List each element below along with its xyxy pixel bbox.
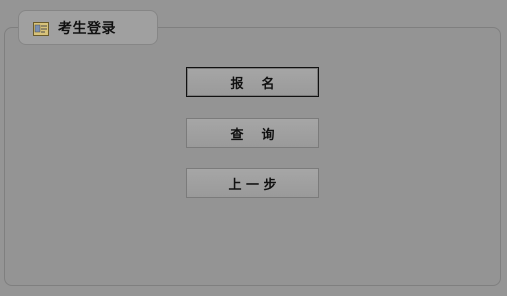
panel-title: 考生登录 — [58, 20, 116, 37]
panel-header-tab: 考生登录 — [18, 10, 158, 45]
previous-step-button[interactable]: 上 一 步 — [186, 168, 319, 198]
login-panel — [4, 27, 501, 286]
register-button[interactable]: 报 名 — [186, 67, 319, 97]
id-card-icon — [33, 21, 49, 36]
query-button[interactable]: 查 询 — [186, 118, 319, 148]
